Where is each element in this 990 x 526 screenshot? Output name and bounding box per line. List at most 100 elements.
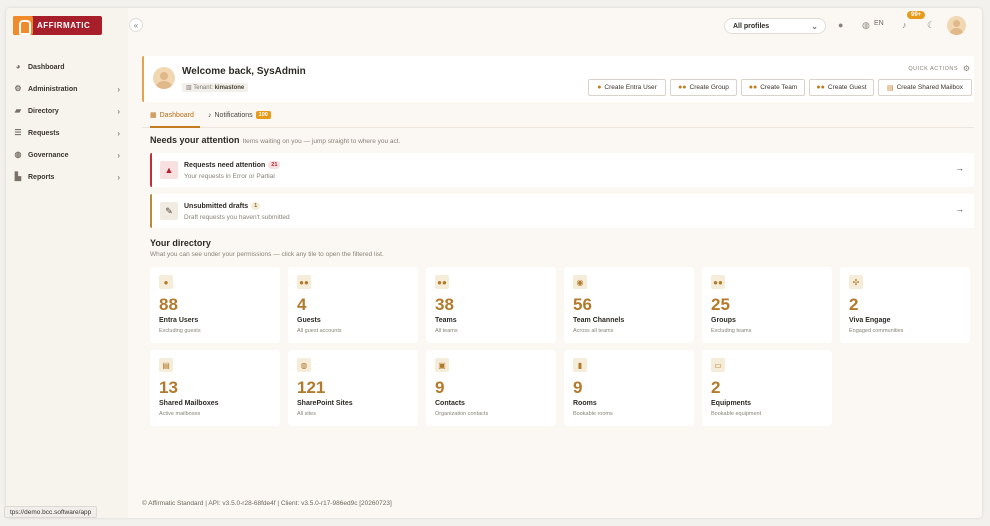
app-window: AFFIRMATIC ◕ Dashboard ⚙ Administration … — [6, 8, 982, 518]
active-tab-indicator — [150, 126, 200, 128]
chevron-down-icon: ⌄ — [811, 22, 818, 31]
sidebar-item-governance[interactable]: ◍ Governance › — [6, 144, 128, 166]
tile-value: 88 — [159, 295, 178, 314]
sidebar-item-dashboard[interactable]: ◕ Dashboard — [6, 56, 128, 78]
chevron-right-icon: › — [117, 84, 120, 94]
sidebar-item-administration[interactable]: ⚙ Administration › — [6, 78, 128, 100]
draft-edit-icon: ✎ — [160, 202, 178, 220]
directory-section-subtitle: What you can see under your permissions … — [150, 251, 384, 258]
tile-teams[interactable]: ●● 38 Teams All teams — [426, 267, 556, 343]
tile-label: Team Channels — [573, 317, 625, 324]
tile-subtitle: All teams — [435, 328, 458, 334]
attention-item-requests[interactable]: ▲ Requests need attention 21 Your reques… — [150, 153, 974, 187]
section-subtitle: Items waiting on you — jump straight to … — [242, 138, 401, 145]
tile-sharepoint-sites[interactable]: ◍ 121 SharePoint Sites All sites — [288, 350, 418, 426]
group-icon: ●● — [678, 84, 687, 91]
count-badge: 1 — [251, 202, 261, 210]
chevron-right-icon: › — [117, 106, 120, 116]
tab-label: Dashboard — [159, 111, 194, 119]
tab-dashboard[interactable]: ▦ Dashboard — [150, 111, 194, 120]
tile-groups[interactable]: ●● 25 Groups Excluding teams — [702, 267, 832, 343]
attention-item-drafts[interactable]: ✎ Unsubmitted drafts 1 Draft requests yo… — [150, 194, 974, 228]
tile-value: 2 — [849, 295, 859, 314]
create-team-button[interactable]: ●● Create Team — [741, 79, 805, 96]
tile-subtitle: All sites — [297, 411, 316, 417]
tile-subtitle: Excluding guests — [159, 328, 201, 334]
sidebar-item-label: Directory — [28, 107, 59, 115]
globe-icon[interactable]: ◍ — [862, 20, 870, 31]
team-icon: ●● — [435, 275, 449, 289]
tile-label: Viva Engage — [849, 317, 891, 324]
door-icon: ▮ — [573, 358, 587, 372]
button-label: Create Shared Mailbox — [896, 84, 964, 91]
notifications-count-badge: 100 — [255, 111, 271, 119]
tile-label: Groups — [711, 317, 736, 324]
button-label: Create Entra User — [604, 84, 657, 91]
tile-team-channels[interactable]: ◉ 56 Team Channels Across all teams — [564, 267, 694, 343]
app-logo[interactable]: AFFIRMATIC — [13, 16, 102, 35]
tenant-badge: ▥ Tenant: kimastone — [182, 83, 249, 92]
tile-subtitle: Excluding teams — [711, 328, 752, 334]
tile-subtitle: All guest accounts — [297, 328, 342, 334]
bell-icon[interactable]: ♪ — [902, 20, 907, 30]
tile-guests[interactable]: ●● 4 Guests All guest accounts — [288, 267, 418, 343]
chevron-right-icon: › — [117, 150, 120, 160]
create-entra-user-button[interactable]: ● Create Entra User — [588, 79, 666, 96]
tab-notifications[interactable]: ♪ Notifications 100 — [208, 111, 271, 119]
tile-viva-engage[interactable]: ✣ 2 Viva Engage Engaged communities — [840, 267, 970, 343]
attention-item-desc: Draft requests you haven't submitted — [184, 214, 290, 221]
sidebar-item-requests[interactable]: ☰ Requests › — [6, 122, 128, 144]
tile-shared-mailboxes[interactable]: ▤ 13 Shared Mailboxes Active mailboxes — [150, 350, 280, 426]
team-icon: ●● — [748, 84, 758, 91]
welcome-card: Welcome back, SysAdmin ▥ Tenant: kimasto… — [142, 56, 974, 102]
sidebar-item-directory[interactable]: ▰ Directory › — [6, 100, 128, 122]
create-group-button[interactable]: ●● Create Group — [670, 79, 737, 96]
moon-icon[interactable]: ☾ — [927, 20, 935, 31]
language-selector[interactable]: EN — [874, 20, 884, 27]
sidebar-item-label: Reports — [28, 173, 55, 181]
chevron-right-icon: › — [117, 128, 120, 138]
count-badge: 21 — [268, 161, 281, 169]
arrow-right-icon: → — [955, 204, 964, 214]
warning-icon: ▲ — [160, 161, 178, 179]
attention-section-title: Needs your attention Items waiting on you… — [150, 135, 400, 145]
collapse-sidebar-button[interactable]: « — [129, 18, 143, 32]
tile-subtitle: Active mailboxes — [159, 411, 201, 417]
sidebar: AFFIRMATIC ◕ Dashboard ⚙ Administration … — [6, 8, 128, 518]
tile-value: 56 — [573, 295, 592, 314]
tile-subtitle: Organization contacts — [435, 411, 489, 417]
user-avatar[interactable] — [947, 16, 966, 35]
button-label: Create Group — [689, 84, 729, 91]
tab-label: Notifications — [214, 111, 253, 119]
tenant-value: kimastone — [214, 85, 245, 91]
section-title: Needs your attention — [150, 135, 240, 145]
tile-equipments[interactable]: ▭ 2 Equipments Bookable equipment — [702, 350, 832, 426]
sidebar-nav: ◕ Dashboard ⚙ Administration › ▰ Directo… — [6, 56, 128, 188]
tile-entra-users[interactable]: ● 88 Entra Users Excluding guests — [150, 267, 280, 343]
create-shared-mailbox-button[interactable]: ▤ Create Shared Mailbox — [878, 79, 972, 96]
tile-rooms[interactable]: ▮ 9 Rooms Bookable rooms — [564, 350, 694, 426]
contact-card-icon: ▣ — [435, 358, 449, 372]
tile-label: Contacts — [435, 400, 465, 407]
directory-section-title: Your directory — [150, 238, 211, 248]
welcome-title: Welcome back, SysAdmin — [182, 66, 306, 77]
tile-value: 9 — [435, 378, 445, 397]
list-icon: ☰ — [14, 128, 22, 137]
profile-select[interactable]: All profiles ⌄ — [724, 18, 826, 34]
tile-label: SharePoint Sites — [297, 400, 353, 407]
sidebar-item-reports[interactable]: ▙ Reports › — [6, 166, 128, 188]
tile-contacts[interactable]: ▣ 9 Contacts Organization contacts — [426, 350, 556, 426]
tile-value: 121 — [297, 378, 326, 397]
help-icon[interactable]: ● — [838, 20, 843, 30]
tab-bar: ▦ Dashboard ♪ Notifications 100 — [142, 108, 974, 128]
gear-icon[interactable]: ⚙ — [963, 64, 970, 73]
network-icon: ✣ — [849, 275, 863, 289]
sidebar-item-label: Dashboard — [28, 63, 65, 71]
globe-icon: ◍ — [297, 358, 311, 372]
profile-select-value: All profiles — [733, 22, 770, 30]
grid-icon: ▦ — [150, 112, 157, 119]
tile-subtitle: Across all teams — [573, 328, 614, 334]
chevron-right-icon: › — [117, 172, 120, 182]
create-guest-button[interactable]: ●● Create Guest — [809, 79, 874, 96]
group-icon: ●● — [711, 275, 725, 289]
